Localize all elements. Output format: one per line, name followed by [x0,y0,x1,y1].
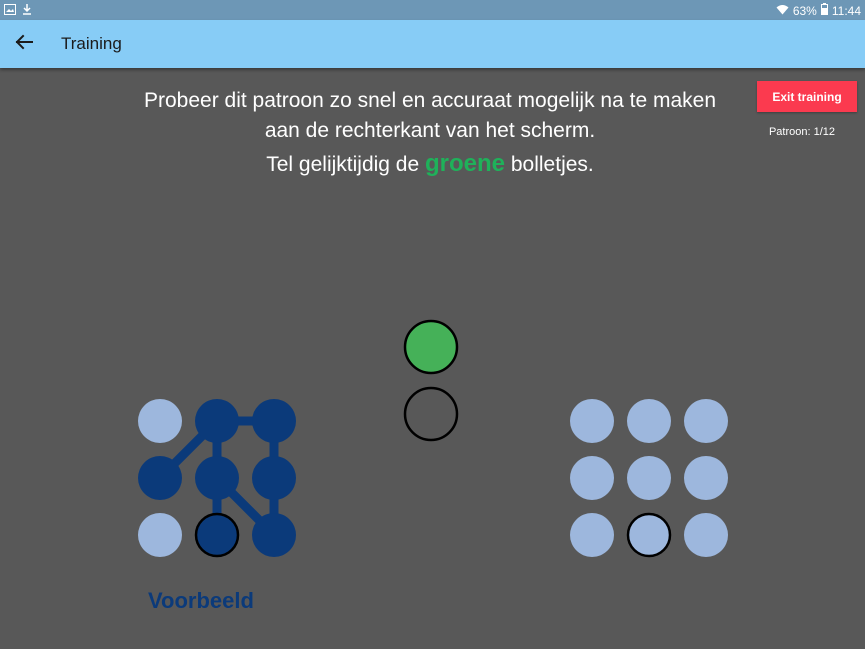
example-dot-1-1 [195,456,239,500]
empty-stimulus-dot [403,386,459,442]
input-dot-2-0[interactable] [570,513,614,557]
example-dot-2-0 [138,513,182,557]
example-dot-2-1 [194,512,240,558]
example-label: Voorbeeld [148,588,254,613]
example-dot-0-0 [138,399,182,443]
input-dot-0-0[interactable] [570,399,614,443]
input-grid [570,399,728,558]
example-dot-1-2 [252,456,296,500]
input-dot-2-2[interactable] [684,513,728,557]
input-dot-1-1[interactable] [627,456,671,500]
example-dot-2-2 [252,513,296,557]
example-dot-1-0 [138,456,182,500]
input-dot-0-1[interactable] [627,399,671,443]
training-board [138,319,728,558]
input-dot-1-0[interactable] [570,456,614,500]
green-stimulus-dot [403,319,459,375]
input-dot-1-2[interactable] [684,456,728,500]
example-dot-0-2 [252,399,296,443]
example-dot-0-1 [195,399,239,443]
input-dot-2-1[interactable] [626,512,672,558]
example-grid [138,399,296,558]
input-dot-0-2[interactable] [684,399,728,443]
